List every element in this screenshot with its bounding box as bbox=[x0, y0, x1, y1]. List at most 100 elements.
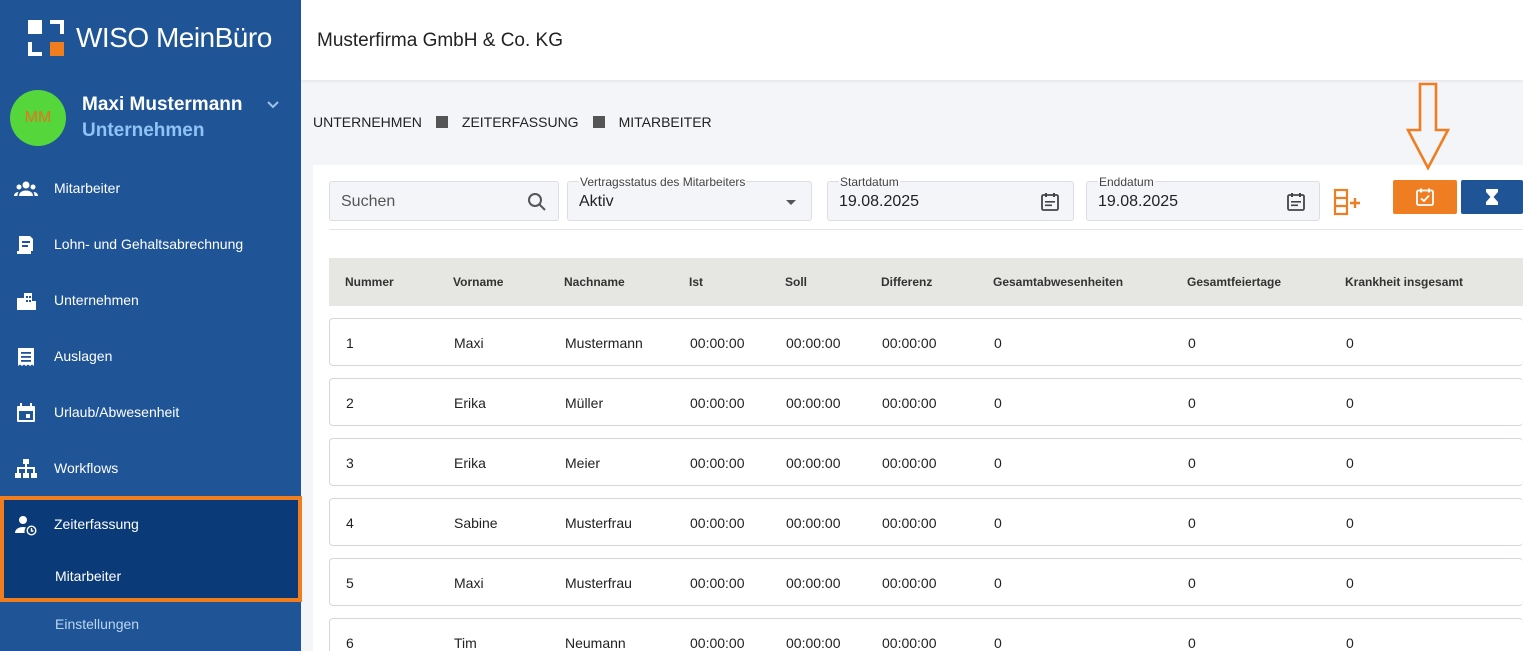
sidebar-item-label: Zeiterfassung bbox=[54, 516, 139, 532]
breadcrumb-item[interactable]: UNTERNEHMEN bbox=[313, 114, 422, 130]
breadcrumb: UNTERNEHMEN ZEITERFASSUNG MITARBEITER bbox=[313, 114, 712, 130]
cell-lastname: Musterfrau bbox=[565, 575, 632, 591]
cell-sickness: 0 bbox=[1346, 635, 1354, 651]
end-date-field[interactable]: Enddatum 19.08.2025 bbox=[1086, 175, 1320, 221]
cell-firstname: Erika bbox=[454, 455, 486, 471]
time-tracking-calendar-button[interactable] bbox=[1393, 180, 1457, 214]
column-header[interactable]: Vorname bbox=[453, 275, 503, 289]
start-date-value: 19.08.2025 bbox=[839, 193, 920, 210]
sidebar-item-label: Workflows bbox=[54, 460, 119, 476]
column-header[interactable]: Differenz bbox=[881, 275, 932, 289]
search-icon[interactable] bbox=[526, 191, 548, 213]
table-row[interactable]: 3 Erika Meier 00:00:00 00:00:00 00:00:00… bbox=[329, 438, 1523, 486]
dropdown-arrow-icon[interactable] bbox=[780, 191, 802, 213]
breadcrumb-item: MITARBEITER bbox=[618, 114, 712, 130]
people-icon bbox=[14, 181, 38, 196]
cell-holidays: 0 bbox=[1188, 455, 1196, 471]
building-icon bbox=[17, 293, 36, 310]
calendar-icon[interactable] bbox=[1039, 191, 1061, 213]
user-menu[interactable]: MM Maxi Mustermann Unternehmen bbox=[10, 90, 300, 146]
cell-soll: 00:00:00 bbox=[786, 455, 841, 471]
table-row[interactable]: 2 Erika Müller 00:00:00 00:00:00 00:00:0… bbox=[329, 378, 1523, 426]
cell-number: 4 bbox=[346, 515, 354, 531]
sitemap-icon bbox=[15, 459, 37, 478]
start-date-field[interactable]: Startdatum 19.08.2025 bbox=[827, 175, 1074, 221]
cell-holidays: 0 bbox=[1188, 575, 1196, 591]
search-input[interactable]: Suchen bbox=[329, 181, 559, 221]
column-header[interactable]: Gesamtfeiertage bbox=[1187, 275, 1281, 289]
cell-sickness: 0 bbox=[1346, 575, 1354, 591]
end-date-label: Enddatum bbox=[1098, 175, 1155, 189]
sidebar-subitem-mitarbeiter[interactable]: Mitarbeiter bbox=[55, 568, 121, 584]
hourglass-button[interactable] bbox=[1461, 180, 1523, 214]
cell-absences: 0 bbox=[994, 455, 1002, 471]
cell-soll: 00:00:00 bbox=[786, 335, 841, 351]
table-row[interactable]: 6 Tim Neumann 00:00:00 00:00:00 00:00:00… bbox=[329, 618, 1523, 651]
cell-sickness: 0 bbox=[1346, 455, 1354, 471]
cell-differenz: 00:00:00 bbox=[882, 635, 937, 651]
cell-soll: 00:00:00 bbox=[786, 575, 841, 591]
cell-number: 3 bbox=[346, 455, 354, 471]
sidebar-subitem-einstellungen[interactable]: Einstellungen bbox=[55, 616, 139, 632]
table-row[interactable]: 4 Sabine Musterfrau 00:00:00 00:00:00 00… bbox=[329, 498, 1523, 546]
cell-number: 6 bbox=[346, 635, 354, 651]
calendar-icon[interactable] bbox=[1285, 191, 1307, 213]
breadcrumb-item[interactable]: ZEITERFASSUNG bbox=[462, 114, 579, 130]
end-date-value: 19.08.2025 bbox=[1098, 193, 1179, 210]
cell-lastname: Mustermann bbox=[565, 335, 643, 351]
cell-firstname: Tim bbox=[454, 635, 477, 651]
table-row[interactable]: 1 Maxi Mustermann 00:00:00 00:00:00 00:0… bbox=[329, 318, 1523, 366]
sidebar-item-label: Unternehmen bbox=[54, 292, 139, 308]
company-name: Musterfirma GmbH & Co. KG bbox=[317, 30, 563, 51]
user-name: Maxi Mustermann bbox=[82, 94, 243, 115]
app-logo[interactable]: WISO MeinBüro bbox=[28, 18, 272, 58]
annotation-arrow-icon bbox=[1405, 82, 1451, 171]
breadcrumb-separator-icon bbox=[435, 116, 448, 128]
sidebar-item-label: Auslagen bbox=[54, 348, 113, 364]
cell-number: 5 bbox=[346, 575, 354, 591]
cell-sickness: 0 bbox=[1346, 515, 1354, 531]
cell-firstname: Erika bbox=[454, 395, 486, 411]
cell-holidays: 0 bbox=[1188, 335, 1196, 351]
sidebar-item-lohn[interactable]: Lohn- und Gehaltsabrechnung bbox=[0, 216, 301, 272]
logo-icon bbox=[28, 20, 64, 56]
sidebar-item-label: Lohn- und Gehaltsabrechnung bbox=[54, 236, 244, 252]
cell-sickness: 0 bbox=[1346, 335, 1354, 351]
cell-differenz: 00:00:00 bbox=[882, 395, 937, 411]
table-row[interactable]: 5 Maxi Musterfrau 00:00:00 00:00:00 00:0… bbox=[329, 558, 1523, 606]
add-column-icon[interactable] bbox=[1333, 188, 1363, 216]
cell-absences: 0 bbox=[994, 335, 1002, 351]
column-header[interactable]: Soll bbox=[785, 275, 807, 289]
chevron-down-icon[interactable] bbox=[266, 98, 280, 112]
column-header[interactable]: Ist bbox=[689, 275, 703, 289]
cell-ist: 00:00:00 bbox=[690, 635, 745, 651]
top-header: Musterfirma GmbH & Co. KG bbox=[301, 0, 1523, 80]
cell-absences: 0 bbox=[994, 635, 1002, 651]
cell-soll: 00:00:00 bbox=[786, 635, 841, 651]
cell-absences: 0 bbox=[994, 515, 1002, 531]
calendar-icon bbox=[17, 403, 35, 422]
sidebar-item-mitarbeiter[interactable]: Mitarbeiter bbox=[0, 160, 301, 216]
status-select[interactable]: Vertragsstatus des Mitarbeiters Aktiv bbox=[567, 175, 812, 221]
cell-soll: 00:00:00 bbox=[786, 395, 841, 411]
sidebar-item-workflows[interactable]: Workflows bbox=[0, 440, 301, 496]
cell-differenz: 00:00:00 bbox=[882, 575, 937, 591]
calendar-check-icon bbox=[1416, 188, 1434, 206]
column-header[interactable]: Nummer bbox=[345, 275, 394, 289]
sidebar-item-zeiterfassung[interactable]: Zeiterfassung bbox=[0, 496, 301, 552]
column-header[interactable]: Krankheit insgesamt bbox=[1345, 275, 1463, 289]
column-header[interactable]: Nachname bbox=[564, 275, 625, 289]
column-header[interactable]: Gesamtabwesenheiten bbox=[993, 275, 1123, 289]
start-date-label: Startdatum bbox=[839, 175, 900, 189]
hourglass-icon bbox=[1486, 189, 1498, 205]
cell-number: 2 bbox=[346, 395, 354, 411]
sidebar-item-urlaub[interactable]: Urlaub/Abwesenheit bbox=[0, 384, 301, 440]
receipt-icon bbox=[18, 348, 34, 366]
sidebar-item-unternehmen[interactable]: Unternehmen bbox=[0, 272, 301, 328]
sidebar-item-label: Mitarbeiter bbox=[54, 180, 121, 196]
cell-firstname: Maxi bbox=[454, 335, 484, 351]
avatar: MM bbox=[10, 90, 66, 146]
cell-ist: 00:00:00 bbox=[690, 335, 745, 351]
sidebar-item-auslagen[interactable]: Auslagen bbox=[0, 328, 301, 384]
cell-holidays: 0 bbox=[1188, 635, 1196, 651]
